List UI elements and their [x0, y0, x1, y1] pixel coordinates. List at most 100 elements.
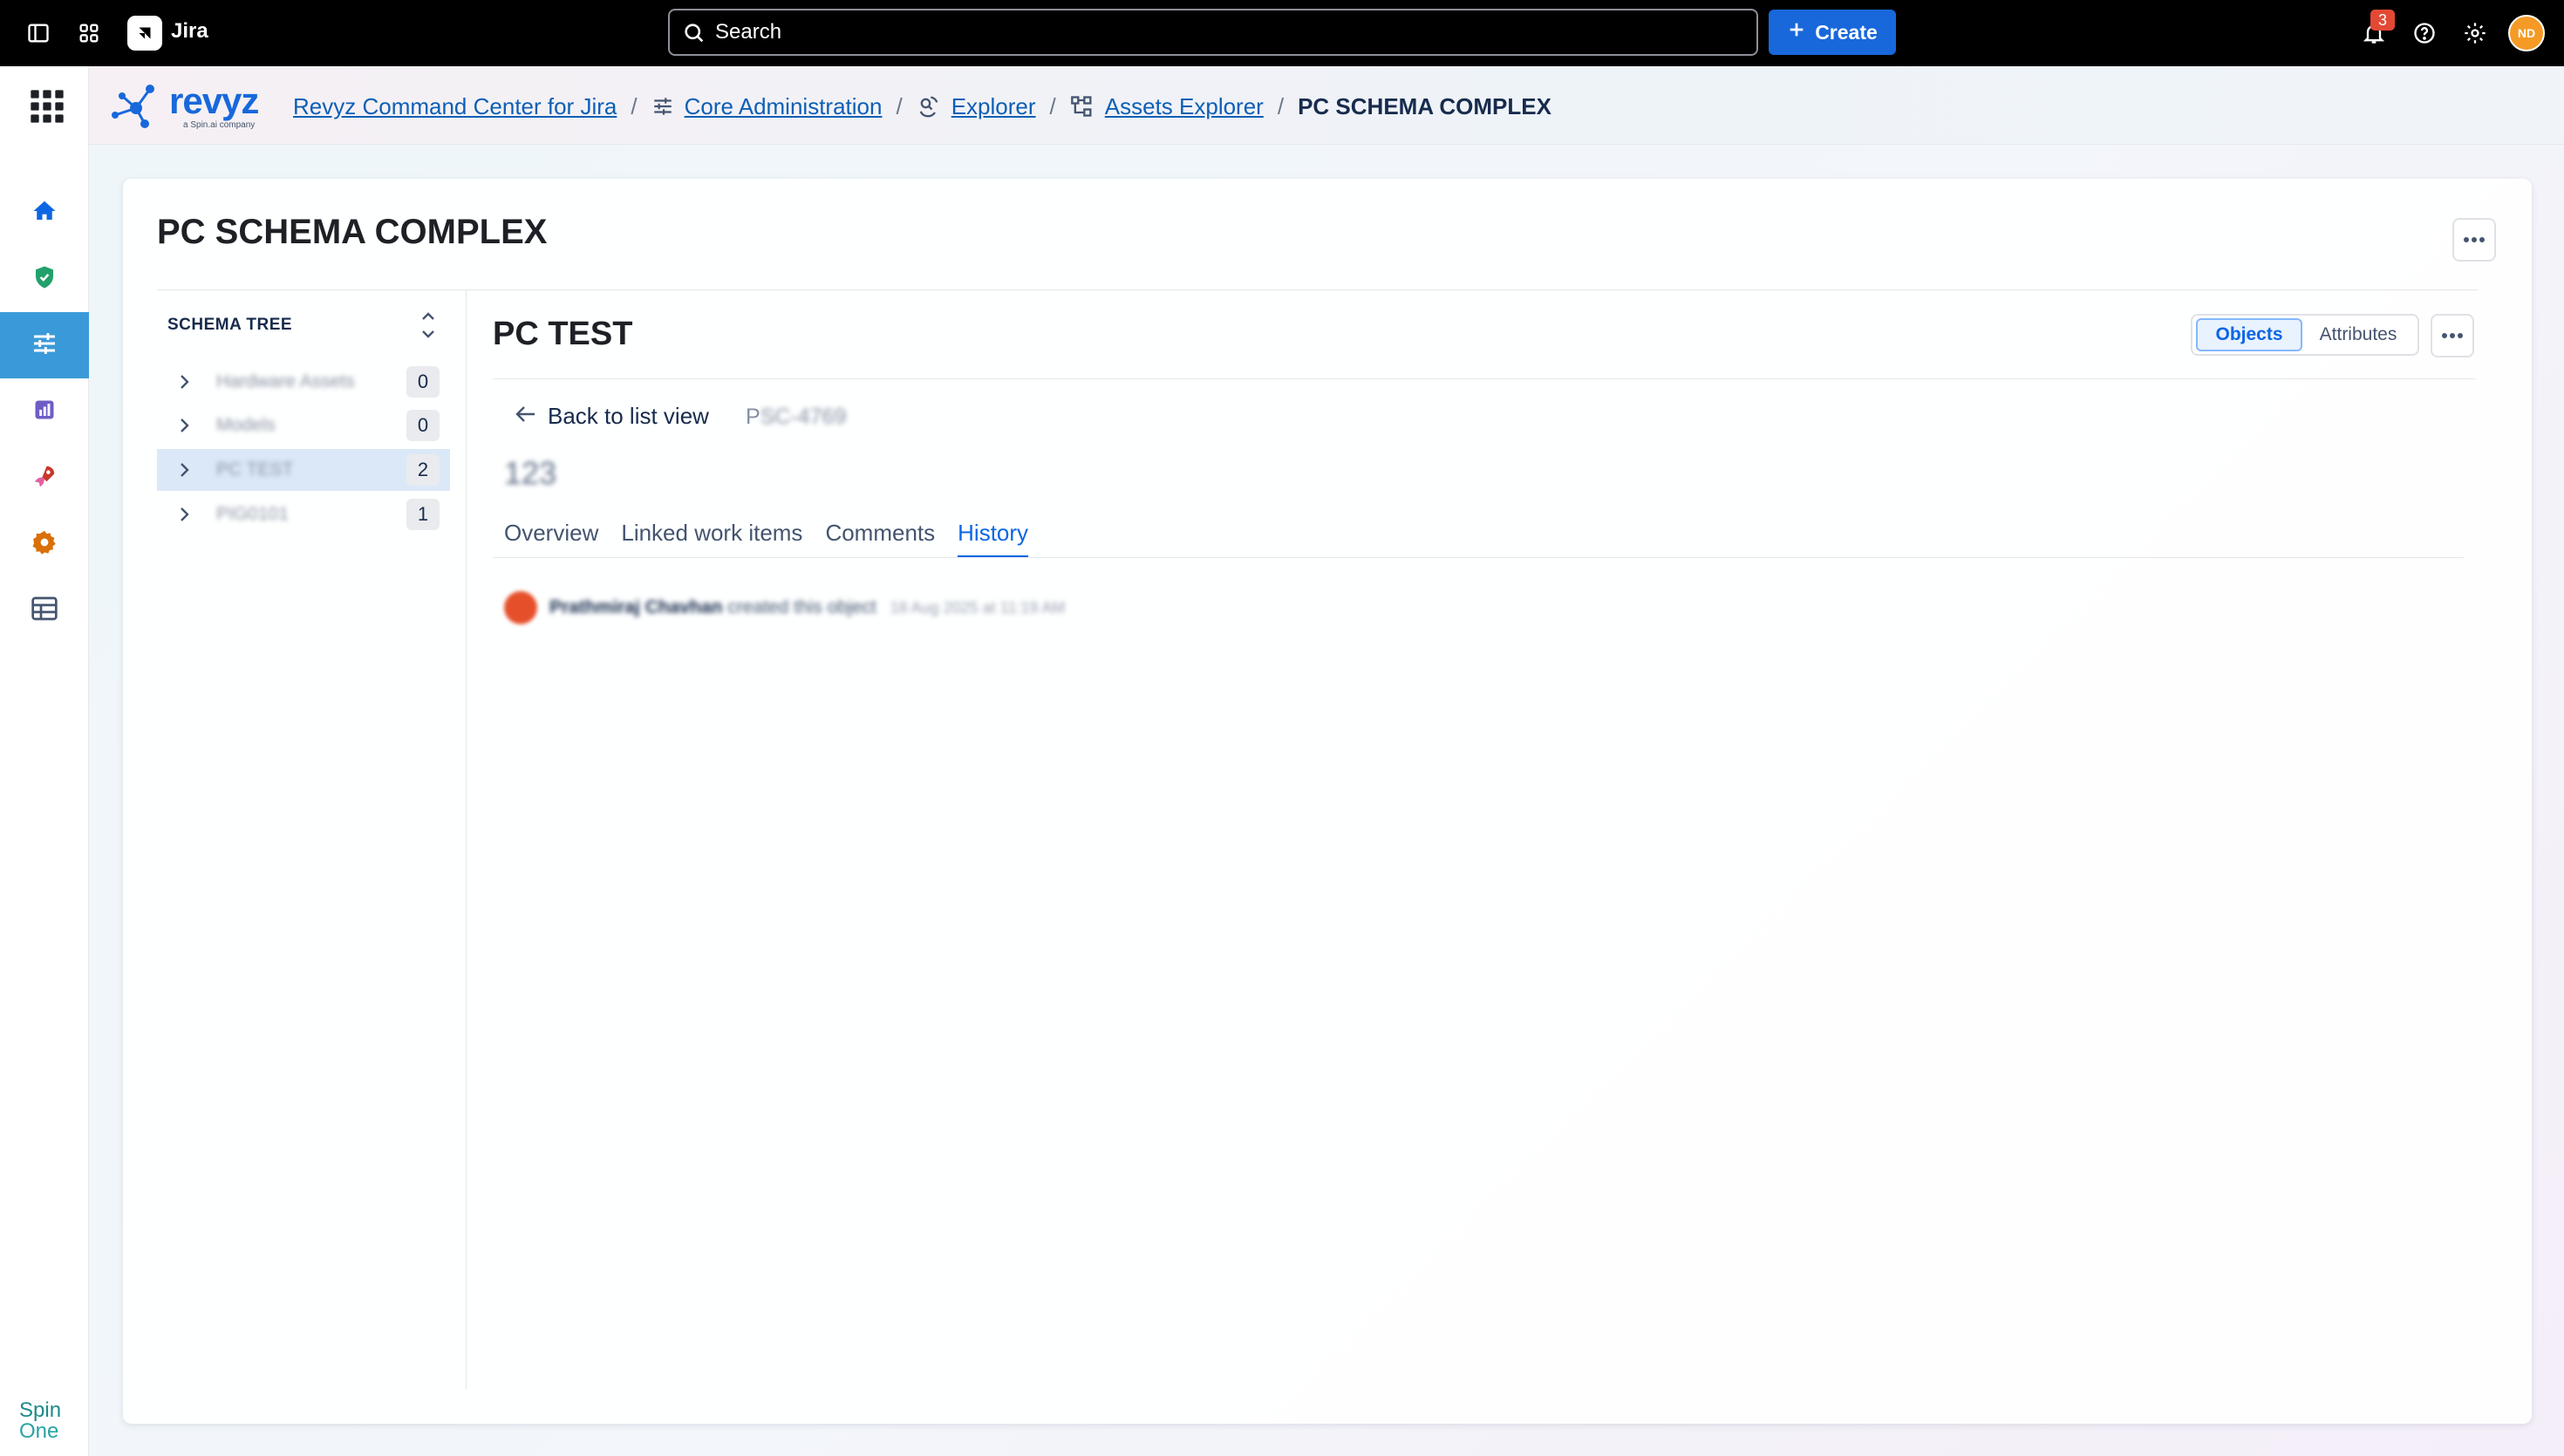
shield-check-icon — [31, 264, 58, 295]
schema-tree-item-label: Models — [216, 415, 276, 435]
gear-icon — [31, 529, 58, 560]
schema-tree-item[interactable]: Hardware Assets 0 — [157, 361, 450, 403]
hierarchy-icon — [1070, 94, 1094, 119]
chevron-right-icon[interactable] — [178, 417, 190, 439]
tab-overview[interactable]: Overview — [504, 520, 598, 558]
schema-tree-item-count: 1 — [406, 499, 440, 530]
revyz-logo[interactable]: revyz a Spin.ai company — [110, 77, 263, 139]
chevron-right-icon[interactable] — [178, 373, 190, 395]
spinone-line2: One — [19, 1419, 59, 1443]
schema-tree-item-count: 0 — [406, 366, 440, 398]
report-icon — [32, 398, 57, 426]
app-left-rail: Spin One — [0, 66, 89, 1456]
spinone-logo: Spin One — [19, 1400, 61, 1442]
schema-tree-heading: SCHEMA TREE — [167, 316, 293, 334]
chevron-right-icon[interactable] — [178, 506, 190, 527]
schema-tree-item-count: 0 — [406, 410, 440, 441]
rail-settings[interactable] — [0, 511, 89, 577]
breadcrumb-separator: / — [631, 92, 638, 119]
breadcrumb-separator: / — [896, 92, 903, 119]
tab-comments[interactable]: Comments — [825, 520, 935, 558]
schema-tree-item-count: 2 — [406, 454, 440, 486]
schema-tree-item[interactable]: Models 0 — [157, 405, 450, 446]
chevron-right-icon[interactable] — [178, 461, 190, 483]
tab-linked-work-items[interactable]: Linked work items — [621, 520, 802, 558]
object-name: 123 — [504, 455, 557, 491]
history-timestamp: 18 Aug 2025 at 11:19 AM — [890, 599, 1066, 616]
schema-card — [123, 179, 2532, 1424]
breadcrumb: Revyz Command Center for Jira / Core Adm… — [293, 91, 1551, 122]
help-icon[interactable] — [2407, 16, 2442, 51]
expand-collapse-icon[interactable] — [417, 309, 440, 346]
settings-gear-icon[interactable] — [2458, 16, 2492, 51]
search-icon — [682, 21, 706, 51]
table-icon — [31, 595, 58, 626]
page-more-actions-button[interactable] — [2452, 218, 2496, 262]
object-tabs: Overview Linked work items Comments Hist… — [504, 520, 1051, 558]
user-avatar[interactable]: ND — [2508, 15, 2545, 51]
app-switcher-icon[interactable] — [72, 16, 106, 51]
objects-toggle-button[interactable]: Objects — [2196, 318, 2302, 351]
schema-tree-item-label: PC TEST — [216, 459, 294, 480]
revyz-wordmark: revyz — [169, 80, 259, 121]
arrow-left-icon — [515, 403, 537, 430]
schema-tree-item-selected[interactable]: PC TEST 2 — [157, 449, 450, 491]
object-key-prefix: P — [746, 405, 760, 429]
divider — [157, 289, 2479, 290]
more-horizontal-icon — [2441, 328, 2464, 344]
divider — [493, 557, 2464, 558]
breadcrumb-assets-explorer[interactable]: Assets Explorer — [1105, 93, 1264, 120]
object-key: PSC-4769 — [746, 405, 846, 430]
sidebar-toggle-icon[interactable] — [21, 16, 56, 51]
page-title: PC SCHEMA COMPLEX — [157, 213, 548, 251]
object-more-actions-button[interactable] — [2431, 314, 2474, 357]
jira-logo-icon[interactable] — [127, 16, 162, 51]
object-type-title: PC TEST — [493, 316, 633, 352]
search-input[interactable]: Search — [668, 9, 1758, 56]
top-navigation-bar: Jira Search Create 3 ND — [0, 0, 2564, 66]
back-to-list-button[interactable]: Back to list view — [515, 403, 709, 430]
create-label: Create — [1815, 20, 1878, 44]
rail-security[interactable] — [0, 246, 89, 312]
breadcrumb-separator: / — [1049, 92, 1056, 119]
schema-tree-item[interactable]: PIG0101 1 — [157, 493, 450, 535]
create-button[interactable]: Create — [1769, 10, 1896, 55]
history-entry: Prathmiraj Chavhan created this object 1… — [504, 591, 1065, 624]
app-name[interactable]: Jira — [171, 19, 208, 44]
rocket-icon — [31, 463, 58, 493]
breadcrumb-explorer[interactable]: Explorer — [951, 93, 1036, 120]
back-to-list-label: Back to list view — [548, 403, 709, 429]
rail-core-administration[interactable] — [0, 312, 89, 378]
rail-tables[interactable] — [0, 577, 89, 643]
breadcrumb-current: PC SCHEMA COMPLEX — [1298, 92, 1551, 119]
sliders-icon — [651, 95, 674, 118]
apps-grid-icon[interactable] — [30, 89, 65, 128]
explorer-icon — [917, 94, 941, 119]
history-user: Prathmiraj Chavhan — [549, 597, 723, 617]
history-entry-text: Prathmiraj Chavhan created this object 1… — [549, 597, 1065, 618]
history-action: created this object — [727, 597, 876, 617]
schema-tree-item-label: PIG0101 — [216, 504, 289, 524]
rail-launch[interactable] — [0, 445, 89, 511]
avatar — [504, 591, 537, 624]
revyz-tagline: a Spin.ai company — [183, 120, 256, 130]
tab-history[interactable]: History — [958, 520, 1029, 558]
divider — [493, 378, 2476, 379]
rail-home[interactable] — [0, 180, 89, 246]
plus-icon — [1787, 20, 1806, 44]
breadcrumb-revyz-command-center[interactable]: Revyz Command Center for Jira — [293, 93, 617, 120]
home-icon — [31, 198, 58, 228]
sliders-icon — [31, 330, 58, 362]
panel-divider — [466, 289, 467, 1390]
breadcrumb-separator: / — [1277, 92, 1285, 119]
spinone-line1: Spin — [19, 1398, 62, 1422]
view-toggle: Objects Attributes — [2191, 314, 2419, 356]
rail-reports[interactable] — [0, 378, 89, 445]
schema-tree-item-label: Hardware Assets — [216, 371, 355, 391]
breadcrumb-core-administration[interactable]: Core Administration — [685, 93, 883, 120]
revyz-molecule-icon — [112, 85, 154, 128]
object-key-redacted: SC-4769 — [760, 405, 847, 429]
search-placeholder: Search — [715, 20, 782, 44]
attributes-toggle-button[interactable]: Attributes — [2302, 318, 2414, 351]
notification-count-badge: 3 — [2370, 10, 2395, 31]
